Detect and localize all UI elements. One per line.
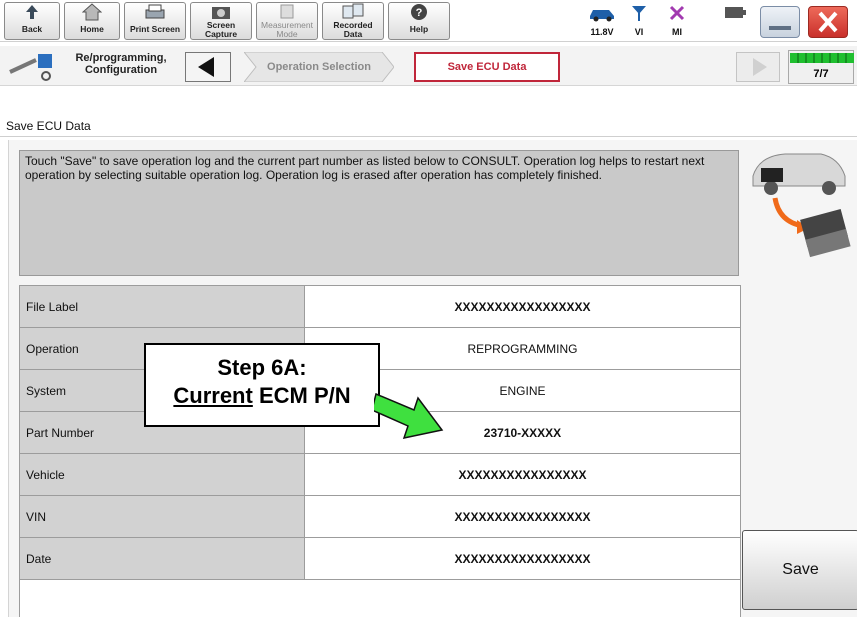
vi-connection-icon (630, 6, 648, 26)
help-icon: ? (389, 3, 449, 25)
home-button[interactable]: Home (64, 2, 120, 40)
row-value-file-label: XXXXXXXXXXXXXXXXX (304, 285, 741, 328)
step-annotation-callout: Step 6A: Current ECM P/N (144, 343, 380, 427)
car-icon (587, 9, 617, 26)
svg-text:?: ? (416, 7, 423, 19)
breadcrumb-title: Re/programming, Configuration (75, 52, 167, 76)
previous-step-button[interactable] (185, 52, 231, 82)
save-button[interactable]: Save (742, 530, 857, 610)
progress-bar (790, 53, 854, 63)
battery-icon (723, 7, 747, 26)
help-button[interactable]: ? Help (388, 2, 450, 40)
content-area: Touch "Save" to save operation log and t… (8, 140, 857, 617)
table-row: Operation REPROGRAMMING (19, 327, 741, 370)
annotation-line-2: Current ECM P/N (173, 383, 351, 408)
annotation-line-1: Step 6A: (217, 355, 307, 380)
row-value-vin: XXXXXXXXXXXXXXXXX (304, 495, 741, 538)
left-triangle-icon (198, 57, 214, 77)
row-value-date: XXXXXXXXXXXXXXXXX (304, 537, 741, 580)
table-row: VIN XXXXXXXXXXXXXXXXX (19, 495, 741, 538)
mi-status: MI (662, 4, 692, 38)
print-screen-button[interactable]: Print Screen (124, 2, 186, 40)
breadcrumb: Re/programming, Configuration Operation … (0, 46, 857, 86)
step-counter: 7/7 (788, 50, 854, 84)
minimize-icon (769, 26, 791, 30)
row-label-vehicle: Vehicle (19, 453, 305, 496)
reprogramming-icon (6, 52, 62, 87)
printer-icon (125, 3, 185, 25)
ecu-data-table: File Label XXXXXXXXXXXXXXXXX Operation R… (19, 285, 741, 617)
minimize-button[interactable] (760, 6, 800, 38)
vi-status: VI (624, 4, 654, 38)
camera-icon (191, 3, 251, 21)
screen-capture-button[interactable]: Screen Capture (190, 2, 252, 40)
consult-screen: Back Home Print Screen Screen Capture Me… (0, 0, 857, 617)
instruction-message: Touch "Save" to save operation log and t… (19, 150, 739, 276)
table-row: Date XXXXXXXXXXXXXXXXX (19, 537, 741, 580)
measurement-mode-button[interactable]: Measurement Mode (256, 2, 318, 40)
row-label-vin: VIN (19, 495, 305, 538)
measurement-icon (257, 3, 317, 21)
close-button[interactable] (808, 6, 848, 38)
table-row: Vehicle XXXXXXXXXXXXXXXX (19, 453, 741, 496)
battery-status (718, 4, 752, 38)
green-pointer-arrow-icon (371, 386, 446, 449)
recorded-data-icon (323, 3, 383, 21)
mi-disconnected-icon (668, 5, 686, 26)
empty-row (19, 579, 741, 617)
back-button[interactable]: Back (4, 2, 60, 40)
next-step-button[interactable] (736, 52, 780, 82)
battery-voltage-status: 11.8V (580, 4, 624, 38)
back-arrow-icon (5, 3, 59, 25)
toolbar: Back Home Print Screen Screen Capture Me… (0, 0, 857, 42)
car-to-laptop-icon (745, 142, 855, 275)
close-icon (818, 11, 838, 33)
home-icon (65, 3, 119, 25)
row-value-vehicle: XXXXXXXXXXXXXXXX (304, 453, 741, 496)
recorded-data-button[interactable]: Recorded Data (322, 2, 384, 40)
row-label-file-label: File Label (19, 285, 305, 328)
breadcrumb-step-save-ecu-data[interactable]: Save ECU Data (414, 52, 560, 82)
right-triangle-icon (753, 58, 767, 76)
table-row: File Label XXXXXXXXXXXXXXXXX (19, 285, 741, 328)
row-label-date: Date (19, 537, 305, 580)
breadcrumb-step-operation-selection[interactable]: Operation Selection (244, 52, 394, 82)
section-header: Save ECU Data (0, 115, 857, 137)
table-row (19, 579, 741, 617)
